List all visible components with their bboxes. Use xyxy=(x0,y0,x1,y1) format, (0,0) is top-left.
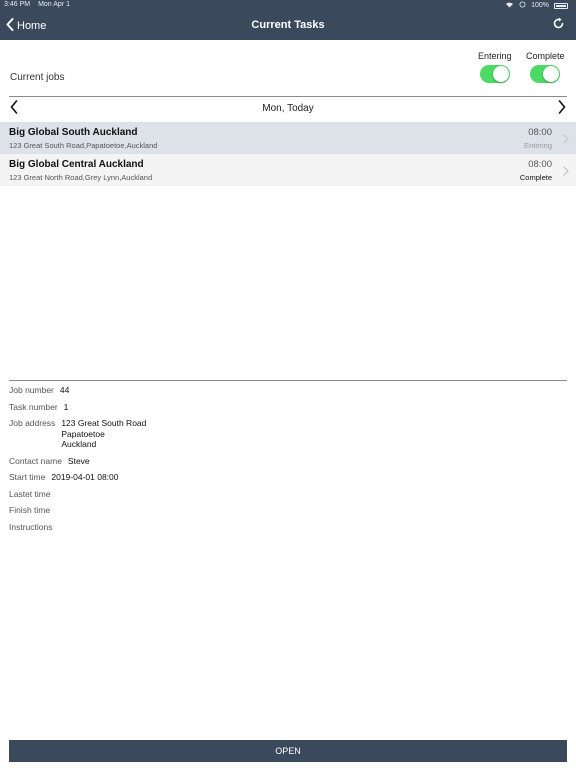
job-row[interactable]: Big Global South Auckland 123 Great Sout… xyxy=(0,122,576,154)
address-line: Papatoetoe xyxy=(61,428,105,439)
detail-finish-time: Finish time xyxy=(9,505,567,516)
detail-value: 2019-04-01 08:00 xyxy=(51,472,119,482)
job-details-panel: Job number 44 Task number 1 Job address … xyxy=(9,385,567,538)
refresh-icon xyxy=(552,17,565,35)
page-title: Current Tasks xyxy=(251,19,325,31)
open-button[interactable]: OPEN xyxy=(9,740,567,762)
job-status: Complete xyxy=(519,173,552,182)
detail-value: 123 Great South Road Papatoetoe Auckland xyxy=(61,418,146,450)
job-list: Big Global South Auckland 123 Great Sout… xyxy=(0,122,576,186)
detail-value: 44 xyxy=(59,385,70,395)
navigation-bar: Home Current Tasks xyxy=(0,12,576,40)
status-date: Mon Apr 1 xyxy=(38,1,70,8)
detail-label: Job number xyxy=(9,385,54,395)
address-line: Auckland xyxy=(61,439,97,449)
entering-toggle[interactable] xyxy=(479,65,510,83)
detail-contact-name: Contact name Steve xyxy=(9,456,567,467)
complete-filter: Complete xyxy=(526,51,565,83)
current-jobs-label: Current jobs xyxy=(10,72,65,83)
chevron-right-icon xyxy=(562,164,570,176)
detail-label: Contact name xyxy=(9,455,62,466)
details-divider xyxy=(9,380,567,381)
next-day-button[interactable] xyxy=(554,99,570,119)
address-line: 123 Great South Road xyxy=(61,418,147,428)
detail-job-number: Job number 44 xyxy=(9,385,567,396)
job-time: 08:00 xyxy=(528,159,552,170)
detail-instructions: Instructions xyxy=(9,522,567,533)
complete-toggle[interactable] xyxy=(530,65,561,83)
job-row[interactable]: Big Global Central Auckland 123 Great No… xyxy=(0,154,576,186)
job-name: Big Global Central Auckland xyxy=(9,159,144,170)
orientation-lock-icon xyxy=(519,1,526,10)
status-time: 3:46 PM xyxy=(4,1,31,8)
chevron-right-icon xyxy=(558,99,566,119)
date-navigator: Mon, Today xyxy=(0,96,576,122)
job-address: 123 Great North Road,Grey Lynn,Auckland xyxy=(9,173,153,182)
filter-row: Current jobs Entering Complete xyxy=(0,40,576,97)
job-name: Big Global South Auckland xyxy=(9,127,138,138)
detail-task-number: Task number 1 xyxy=(9,402,567,413)
detail-label: Job address xyxy=(9,418,56,428)
toggle-knob xyxy=(492,66,509,82)
detail-label: Finish time xyxy=(9,505,51,515)
detail-label: Task number xyxy=(9,401,58,412)
detail-value: 1 xyxy=(63,401,69,412)
status-bar: 3:46 PM Mon Apr 1 100% xyxy=(0,0,576,12)
detail-lastet-time: Lastet time xyxy=(9,489,567,500)
entering-toggle-label: Entering xyxy=(478,51,512,61)
toggle-knob xyxy=(543,66,560,82)
detail-start-time: Start time 2019-04-01 08:00 xyxy=(9,472,567,483)
battery-icon xyxy=(554,3,568,9)
detail-label: Start time xyxy=(9,472,46,482)
job-address: 123 Great South Road,Papatoetoe,Auckland xyxy=(9,141,158,150)
chevron-right-icon xyxy=(562,132,570,144)
battery-percent: 100% xyxy=(531,2,549,9)
wifi-icon xyxy=(505,1,514,10)
current-date-label: Mon, Today xyxy=(262,103,314,114)
job-status: Entering xyxy=(524,141,552,150)
detail-label: Instructions xyxy=(9,521,53,532)
entering-filter: Entering xyxy=(478,51,512,83)
job-time: 08:00 xyxy=(528,127,552,138)
detail-label: Lastet time xyxy=(9,488,51,499)
detail-value: Steve xyxy=(67,455,90,466)
refresh-button[interactable] xyxy=(548,16,568,36)
detail-job-address: Job address 123 Great South Road Papatoe… xyxy=(9,418,567,450)
complete-toggle-label: Complete xyxy=(526,51,565,61)
